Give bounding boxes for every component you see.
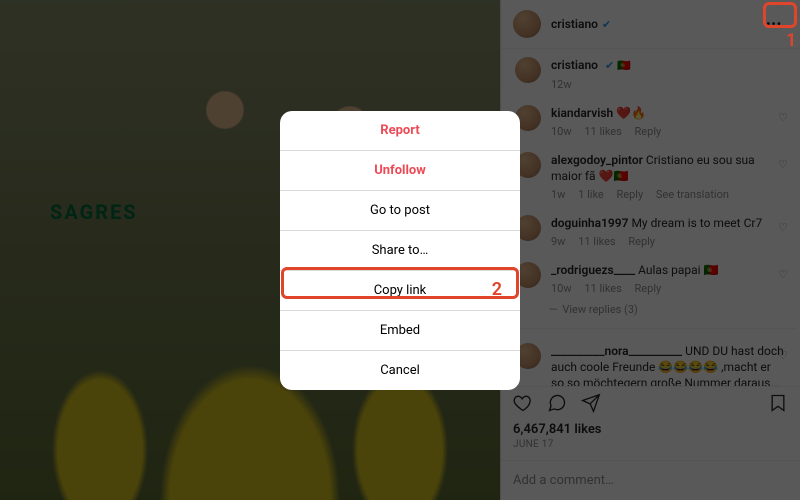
annotation-number-2: 2: [492, 279, 502, 300]
menu-share-to[interactable]: Share to…: [280, 231, 520, 271]
menu-unfollow[interactable]: Unfollow: [280, 151, 520, 191]
app-root: SAGRES cristiano ✔ ••• cristiano ✔ 🇵🇹 12…: [0, 0, 800, 500]
menu-cancel[interactable]: Cancel: [280, 351, 520, 390]
menu-copy-link[interactable]: Copy link 2: [280, 271, 520, 311]
menu-go-to-post[interactable]: Go to post: [280, 191, 520, 231]
menu-report[interactable]: Report: [280, 111, 520, 151]
annotation-number-1: 1: [786, 30, 796, 51]
menu-embed[interactable]: Embed: [280, 311, 520, 351]
menu-copy-link-label: Copy link: [374, 283, 427, 298]
modal-overlay[interactable]: Report Unfollow Go to post Share to… Cop…: [0, 0, 800, 500]
options-menu: Report Unfollow Go to post Share to… Cop…: [280, 111, 520, 390]
